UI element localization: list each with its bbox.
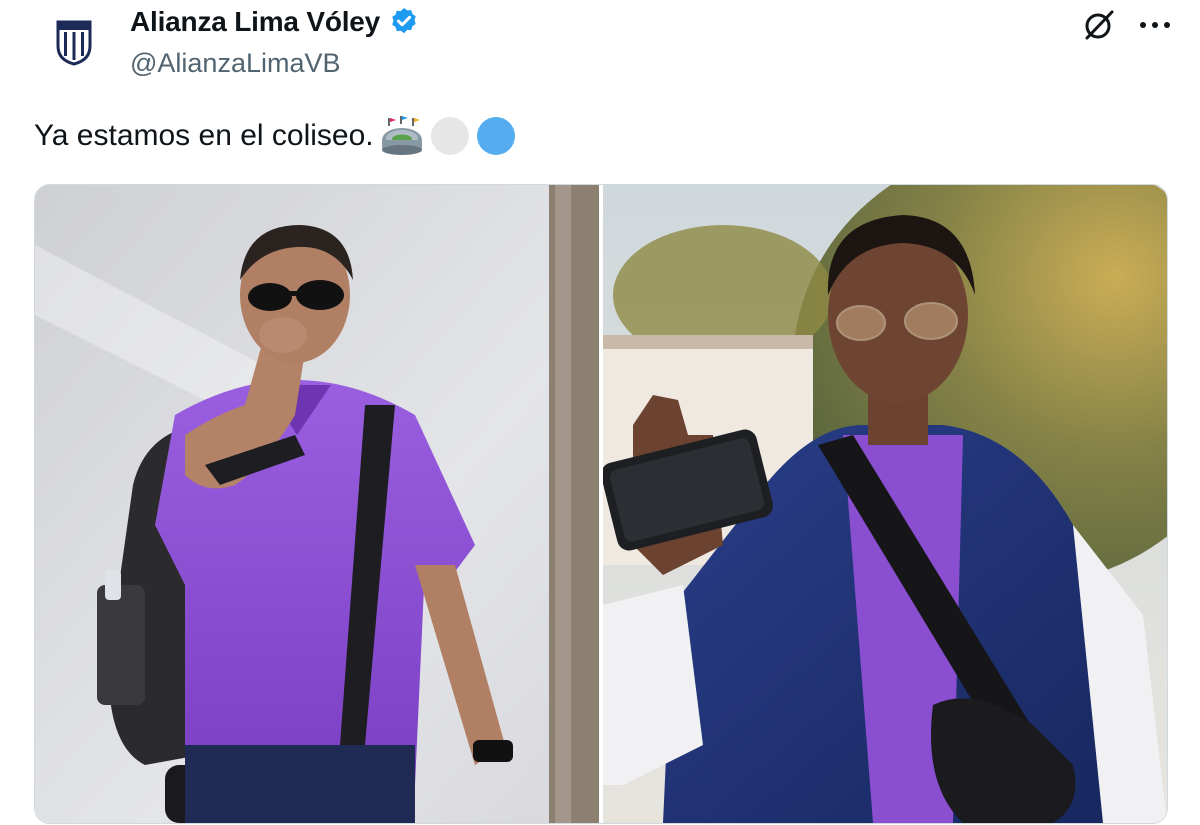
more-options-icon[interactable] xyxy=(1138,20,1172,30)
account-handle[interactable]: @AlianzaLimaVB xyxy=(130,48,341,79)
stadium-emoji xyxy=(380,116,424,156)
verified-badge-icon xyxy=(392,8,416,34)
top-actions xyxy=(1082,8,1172,42)
tweet-text: Ya estamos en el coliseo. xyxy=(34,116,516,156)
media-grid xyxy=(34,184,1168,824)
grok-icon[interactable] xyxy=(1082,8,1116,42)
display-name[interactable]: Alianza Lima Vóley xyxy=(130,6,380,38)
photo-right[interactable] xyxy=(603,185,1167,823)
name-row: Alianza Lima Vóley xyxy=(130,6,420,38)
tweet-text-content: Ya estamos en el coliseo. xyxy=(34,119,374,152)
club-crest-icon xyxy=(56,20,92,66)
white-circle-emoji xyxy=(430,116,470,156)
tweet-card: Alianza Lima Vóley @AlianzaLimaVB Ya est… xyxy=(0,0,1200,825)
photo-left[interactable] xyxy=(35,185,599,823)
blue-circle-emoji xyxy=(476,116,516,156)
avatar[interactable] xyxy=(38,6,110,78)
